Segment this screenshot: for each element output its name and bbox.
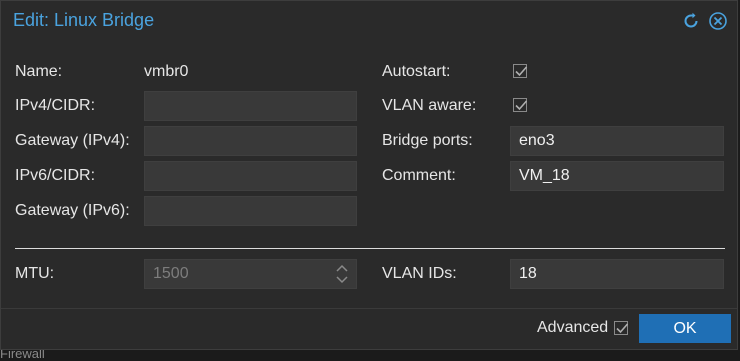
gateway-ipv4-field[interactable]	[144, 126, 357, 156]
bridge-ports-label: Bridge ports:	[382, 132, 473, 149]
vlan-aware-label: VLAN aware:	[382, 97, 477, 114]
vlan-aware-checkbox[interactable]	[513, 98, 528, 112]
autostart-checkbox[interactable]	[513, 64, 528, 78]
mtu-label: MTU:	[15, 265, 55, 282]
reset-icon[interactable]	[682, 12, 700, 30]
advanced-label: Advanced	[537, 319, 609, 336]
gateway-ipv6-label: Gateway (IPv6):	[15, 202, 130, 219]
name-value: vmbr0	[144, 63, 189, 80]
checkmark-icon	[515, 100, 528, 111]
autostart-label: Autostart:	[382, 63, 451, 80]
ipv4-cidr-field[interactable]	[144, 91, 357, 121]
gateway-ipv4-label: Gateway (IPv4):	[15, 132, 130, 149]
comment-field[interactable]: VM_18	[510, 161, 724, 191]
ipv4-cidr-label: IPv4/CIDR:	[15, 97, 96, 114]
comment-label: Comment:	[382, 167, 456, 184]
dialog-title: Edit: Linux Bridge	[13, 10, 155, 30]
ipv6-cidr-field[interactable]	[144, 161, 357, 191]
advanced-divider	[15, 248, 725, 249]
edit-linux-bridge-dialog: Edit: Linux Bridge Name: vmbr0 IPv4/CIDR…	[0, 0, 738, 350]
name-label: Name:	[15, 63, 63, 80]
gateway-ipv6-field[interactable]	[144, 196, 357, 226]
close-icon[interactable]	[709, 12, 727, 30]
checkmark-icon	[515, 66, 528, 77]
footer-separator	[1, 308, 737, 309]
checkmark-icon	[616, 323, 629, 334]
mtu-field[interactable]: 1500	[144, 259, 357, 289]
vlan-ids-label: VLAN IDs:	[382, 265, 457, 282]
advanced-checkbox[interactable]	[614, 321, 629, 335]
bridge-ports-field[interactable]: eno3	[510, 126, 724, 156]
ok-button[interactable]: OK	[639, 314, 731, 343]
dialog-titlebar: Edit: Linux Bridge	[1, 1, 737, 41]
vlan-ids-field[interactable]: 18	[510, 259, 724, 289]
ipv6-cidr-label: IPv6/CIDR:	[15, 167, 96, 184]
spinner-icon[interactable]	[335, 263, 349, 285]
